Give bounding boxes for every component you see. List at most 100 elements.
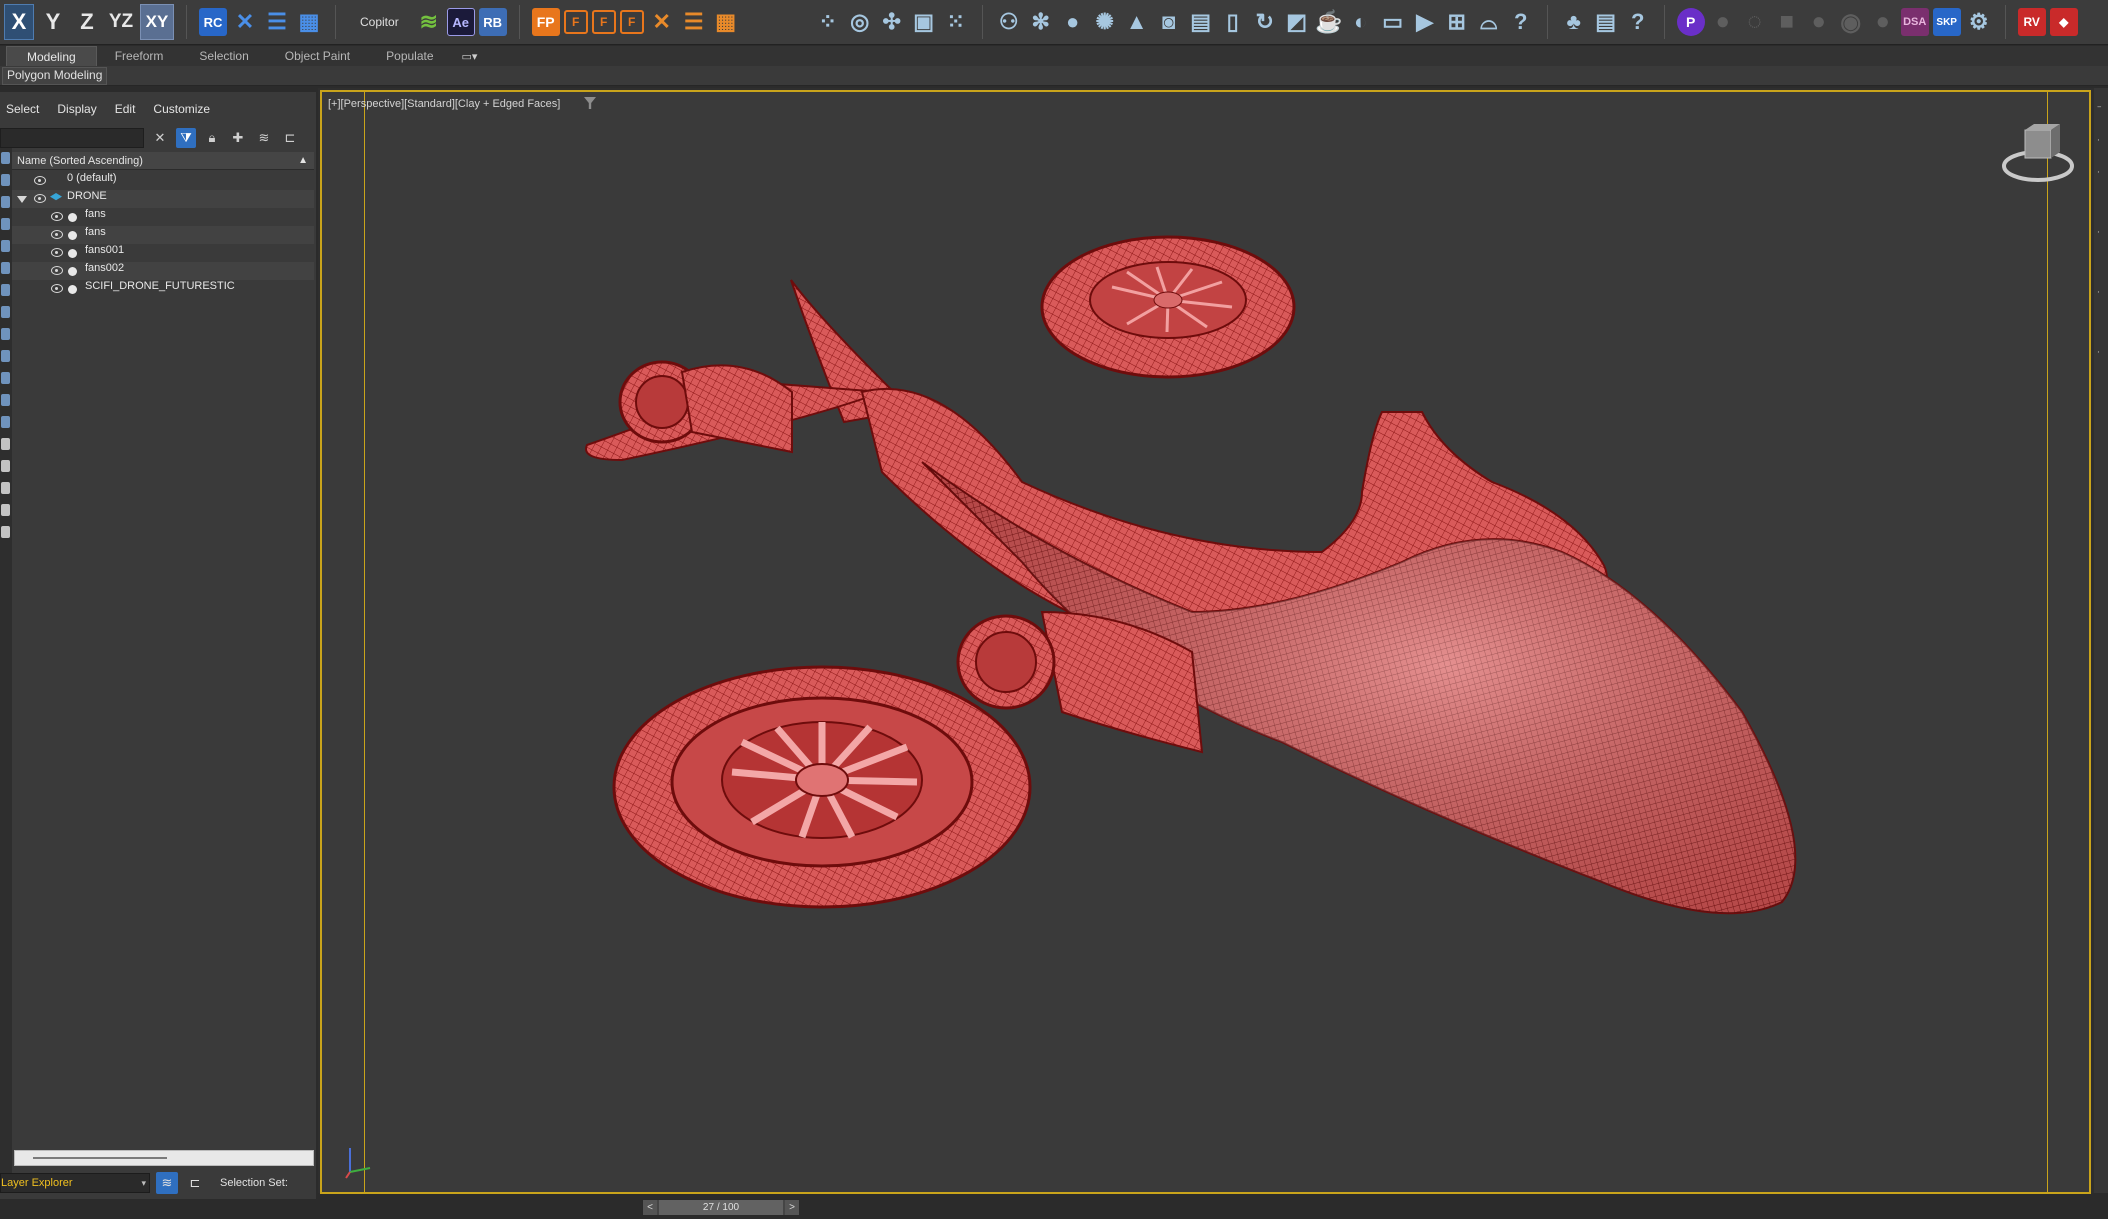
rail-tick[interactable]: – — [2097, 102, 2105, 112]
tiles-icon[interactable]: ▦ — [712, 8, 740, 36]
gizmo-icon[interactable]: ✣ — [878, 8, 906, 36]
tree-row-fans[interactable]: fans — [12, 226, 314, 244]
visibility-eye-icon[interactable] — [51, 212, 63, 221]
tree-row-drone-layer[interactable]: DRONE — [12, 190, 314, 208]
red-cube-icon[interactable]: ◆ — [2049, 8, 2078, 36]
visibility-eye-icon[interactable] — [34, 194, 46, 203]
axis-xy-button[interactable]: XY — [140, 4, 174, 40]
viewcube-icon[interactable] — [1998, 120, 2078, 190]
rail-icon[interactable] — [1, 262, 10, 274]
rv-tool-icon[interactable]: RV — [2017, 8, 2046, 36]
select-region-icon[interactable]: ▣ — [910, 8, 938, 36]
rb-tool-icon[interactable]: RB — [478, 8, 507, 36]
rail-icon[interactable] — [1, 174, 10, 186]
rail-icon[interactable] — [1, 328, 10, 340]
light-bulb-icon[interactable]: ● — [1059, 8, 1087, 36]
rail-tick[interactable]: · — [2097, 348, 2105, 358]
visibility-eye-icon[interactable] — [51, 266, 63, 275]
rc-tool-icon[interactable]: RC — [199, 8, 227, 36]
f-tool-1-icon[interactable]: F — [563, 10, 588, 34]
visibility-eye-icon[interactable] — [51, 284, 63, 293]
plugin-p-icon[interactable]: P — [1676, 8, 1705, 36]
bulb-settings-icon[interactable]: ◐ — [1347, 8, 1375, 36]
axis-yz-button[interactable]: YZ — [106, 4, 136, 40]
menu-select[interactable]: Select — [6, 102, 39, 116]
filter-icon[interactable]: ⧩ — [176, 128, 196, 148]
refresh-icon[interactable]: ↻ — [1251, 8, 1279, 36]
stack-layers-icon[interactable]: ≋ — [415, 8, 443, 36]
tree-row-scifi-drone[interactable]: SCIFI_DRONE_FUTURESTIC — [12, 280, 314, 298]
window-icon[interactable]: ▭ — [1379, 8, 1407, 36]
snap-grid-icon[interactable]: ⁙ — [942, 8, 970, 36]
copitor-button[interactable]: Copitor — [360, 15, 399, 29]
ring-icon[interactable]: ◌ — [1741, 8, 1769, 36]
visibility-eye-icon[interactable] — [51, 230, 63, 239]
rail-icon[interactable] — [1, 460, 10, 472]
menu-display[interactable]: Display — [57, 102, 96, 116]
time-slider[interactable]: < 27 / 100 > — [642, 1199, 800, 1216]
explorer-type-dropdown[interactable]: Layer Explorer ▾ — [0, 1173, 150, 1193]
sort-ascending-icon[interactable]: ▲ — [298, 152, 308, 170]
axis-y-button[interactable]: Y — [38, 4, 68, 40]
tab-modeling[interactable]: Modeling — [6, 46, 97, 66]
render-teapot-icon[interactable]: ☕ — [1315, 8, 1343, 36]
hierarchy-icon[interactable]: ⊏ — [280, 128, 300, 148]
time-next-button[interactable]: > — [785, 1200, 799, 1215]
tree-row-default-layer[interactable]: 0 (default) — [12, 172, 314, 190]
render-frame-icon[interactable]: ◩ — [1283, 8, 1311, 36]
rail-icon[interactable] — [1, 504, 10, 516]
sphere-icon[interactable]: ● — [1709, 8, 1737, 36]
tools-icon[interactable]: ✕ — [648, 8, 676, 36]
hierarchy-mode-icon[interactable]: ⊏ — [184, 1172, 206, 1194]
play-frame-icon[interactable]: ▶ — [1411, 8, 1439, 36]
rail-icon[interactable] — [1, 218, 10, 230]
rail-icon[interactable] — [1, 240, 10, 252]
tab-populate[interactable]: Populate — [368, 46, 451, 66]
hat-icon[interactable]: ⌓ — [1475, 8, 1503, 36]
blob-icon[interactable]: ● — [1805, 8, 1833, 36]
dsa-tool-icon[interactable]: DSA — [1900, 8, 1929, 36]
lock-icon[interactable]: 🔒︎ — [202, 128, 222, 148]
rail-icon[interactable] — [1, 526, 10, 538]
render-setup-icon[interactable]: ◙ — [1155, 8, 1183, 36]
menu-customize[interactable]: Customize — [153, 102, 210, 116]
polygon-modeling-panel-button[interactable]: Polygon Modeling — [2, 67, 108, 85]
f-tool-3-icon[interactable]: F — [619, 10, 644, 34]
tree-row-fans[interactable]: fans — [12, 208, 314, 226]
rail-tick[interactable]: · — [2097, 136, 2105, 146]
rail-icon[interactable] — [1, 438, 10, 450]
fp-tool-icon[interactable]: FP — [531, 8, 560, 36]
settings-gear-icon[interactable]: ⚙ — [1965, 8, 1993, 36]
layers-stack-icon[interactable]: ≋ — [254, 128, 274, 148]
add-layer-icon[interactable]: ✚ — [228, 128, 248, 148]
rail-tick[interactable]: · — [2097, 288, 2105, 298]
rail-tick[interactable]: · — [2097, 228, 2105, 238]
help-circle-icon[interactable]: ? — [1624, 8, 1652, 36]
orbit-icon[interactable]: ◎ — [846, 8, 874, 36]
explorer-horizontal-scrollbar[interactable] — [14, 1150, 314, 1166]
expand-arrow-icon[interactable] — [17, 196, 27, 203]
f-tool-2-icon[interactable]: F — [591, 10, 616, 34]
tree-row-fans001[interactable]: fans001 — [12, 244, 314, 262]
rail-icon[interactable] — [1, 152, 10, 164]
sun-light-icon[interactable]: ✺ — [1091, 8, 1119, 36]
tab-freeform[interactable]: Freeform — [97, 46, 182, 66]
wrench-tool-icon[interactable]: ✕ — [231, 8, 259, 36]
tab-object-paint[interactable]: Object Paint — [267, 46, 368, 66]
visibility-eye-icon[interactable] — [51, 248, 63, 257]
camera-rig-icon[interactable]: ⚇ — [995, 8, 1023, 36]
layer-mode-icon[interactable]: ≋ — [156, 1172, 178, 1194]
skp-tool-icon[interactable]: SKP — [1932, 8, 1961, 36]
camera-icon[interactable]: ■ — [1773, 8, 1801, 36]
snap-points-icon[interactable]: ⁘ — [814, 8, 842, 36]
quad-view-icon[interactable]: ⊞ — [1443, 8, 1471, 36]
notes-icon[interactable]: ▤ — [1592, 8, 1620, 36]
scrollbar-thumb[interactable] — [33, 1157, 167, 1159]
forest-icon[interactable]: ♣ — [1560, 8, 1588, 36]
time-prev-button[interactable]: < — [643, 1200, 657, 1215]
axis-x-button[interactable]: X — [4, 4, 34, 40]
viewport-label[interactable]: [+][Perspective][Standard][Clay + Edged … — [328, 98, 560, 110]
explorer-search-input[interactable] — [0, 128, 144, 148]
particles-icon[interactable]: ✻ — [1027, 8, 1055, 36]
spotlight-icon[interactable]: ▲ — [1123, 8, 1151, 36]
